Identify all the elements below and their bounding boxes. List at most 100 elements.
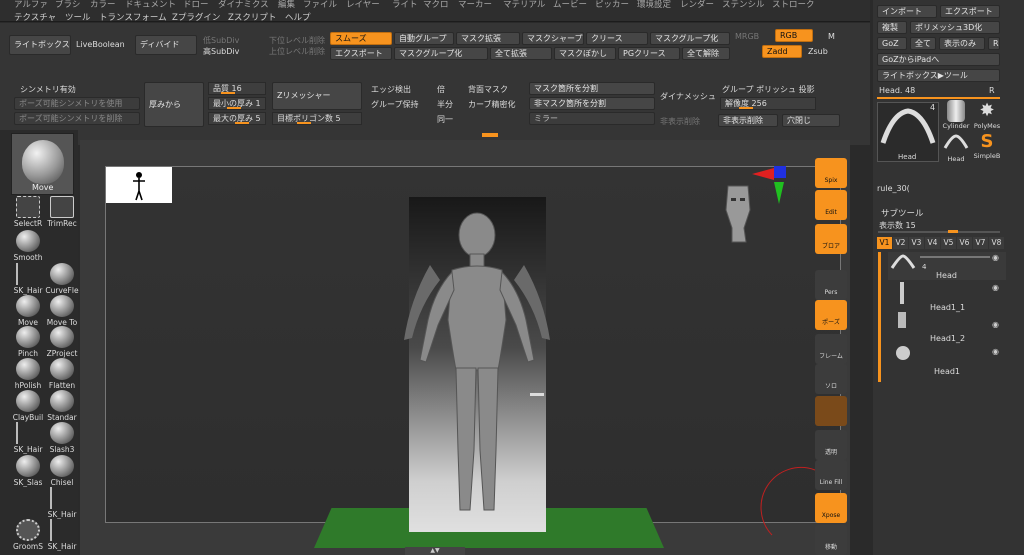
axis-orientation-icon[interactable] — [748, 164, 788, 208]
half-button[interactable]: 半分 — [437, 99, 453, 110]
rotation-circle-icon[interactable] — [760, 465, 820, 540]
menu-texture[interactable]: テクスチャ — [14, 11, 56, 23]
thicken-button[interactable]: 厚みから — [144, 82, 204, 127]
brush-slash3[interactable]: Slash3 — [44, 422, 80, 454]
eye-icon[interactable]: ◉ — [992, 320, 999, 329]
zsub-button[interactable]: Zsub — [808, 47, 828, 56]
brush-selectrect[interactable]: SelectR — [10, 196, 46, 228]
dynamesh-button[interactable]: ダイナメッシュ — [660, 91, 716, 102]
subtool-row-head1-1[interactable]: Head1_1 ◉ — [888, 302, 1006, 330]
split-unmask-button[interactable]: 非マスク箇所を分割 — [529, 97, 655, 110]
make-polymesh3d-button[interactable]: ポリメッシュ3D化 — [910, 21, 1000, 34]
transparency-button[interactable]: 透明 — [815, 430, 847, 460]
mirror-button[interactable]: ミラー — [529, 112, 655, 125]
subtool-row-head[interactable]: 4 Head ◉ — [888, 252, 1006, 280]
menu-movie[interactable]: ムービー — [553, 0, 587, 10]
close-holes-button[interactable]: 穴閉じ — [782, 114, 840, 127]
hide-delete-button[interactable]: 非表示削除 — [718, 114, 778, 127]
max-thickness-slider[interactable]: 最大の厚み 5 — [208, 112, 266, 125]
tool-r-button[interactable]: R — [989, 86, 995, 95]
edge-detect-button[interactable]: エッジ検出 — [371, 84, 411, 95]
quality-slider[interactable]: 品質 16 — [208, 82, 266, 95]
tool-thumb-simplebrush[interactable]: S SimpleB — [972, 132, 1002, 162]
eye-icon[interactable]: ◉ — [992, 283, 999, 292]
lightbox-button[interactable]: ライトボックス — [9, 35, 71, 55]
menu-preferences[interactable]: 環境設定 — [637, 0, 671, 10]
resolution-knob[interactable] — [739, 107, 753, 109]
smooth-button[interactable]: スムーズ — [330, 32, 392, 45]
menu-brush[interactable]: ブラシ — [55, 0, 80, 10]
floor-button[interactable]: ブロア — [815, 224, 847, 254]
r-button[interactable]: R — [988, 37, 1000, 50]
brush-sk-hair-2[interactable]: SK_Hair — [10, 422, 46, 454]
xpose-button[interactable]: Xpose — [815, 493, 847, 523]
menu-light[interactable]: ライト — [392, 0, 418, 10]
brush-trimrect[interactable]: TrimRec — [44, 196, 80, 228]
mask-blur-button[interactable]: マスクぼかし — [554, 47, 616, 60]
clone-button[interactable]: 複製 — [877, 21, 907, 34]
lightbox-tool-button[interactable]: ライトボックス▶ツール — [877, 69, 1000, 82]
resolution-slider[interactable]: 解像度 256 — [720, 97, 816, 110]
tab-v7[interactable]: V7 — [973, 237, 988, 249]
tab-v8[interactable]: V8 — [989, 237, 1004, 249]
crease-button[interactable]: クリース — [586, 32, 648, 45]
curve-dense-button[interactable]: カーブ精密化 — [468, 99, 516, 110]
menu-render[interactable]: レンダー — [680, 0, 714, 10]
group-polish-project[interactable]: グループ ポリッシュ 投影 — [722, 84, 815, 95]
all-grow-button[interactable]: 全て拡張 — [490, 47, 552, 60]
min-thickness-knob[interactable] — [227, 107, 241, 109]
menu-stencil[interactable]: ステンシル — [722, 0, 765, 10]
brush-preset-button[interactable] — [815, 396, 847, 426]
symmetry-on-button[interactable]: シンメトリ有効 — [20, 84, 76, 95]
pose-symmetry-use-button[interactable]: ポーズ可能シンメトリを使用 — [14, 97, 140, 110]
pose-button[interactable]: ポーズ — [815, 300, 847, 330]
tool-thumb-head[interactable]: Head — [942, 132, 970, 163]
eye-icon[interactable]: ◉ — [992, 347, 999, 356]
menu-layer[interactable]: レイヤー — [346, 0, 380, 10]
zadd-button[interactable]: Zadd — [762, 45, 802, 58]
menu-macro[interactable]: マクロ — [423, 0, 449, 10]
same-button[interactable]: 同一 — [437, 114, 453, 125]
brush-chisel[interactable]: Chisel — [44, 455, 80, 487]
menu-help[interactable]: ヘルプ — [285, 11, 311, 23]
navigation-thumbnail[interactable] — [106, 167, 172, 203]
menu-transform[interactable]: トランスフォーム — [99, 11, 167, 23]
brush-claybuildup[interactable]: ClayBuil — [10, 390, 46, 422]
target-polygon-slider[interactable]: 目標ポリゴン数 5 — [272, 112, 362, 125]
eye-icon[interactable]: ◉ — [992, 253, 999, 262]
edit-button[interactable]: Edit — [815, 190, 847, 220]
pg-crease-button[interactable]: PGクリース — [618, 47, 680, 60]
max-thickness-knob[interactable] — [235, 122, 249, 124]
divide-button[interactable]: ディバイド — [135, 35, 197, 55]
subtool-title[interactable]: サブツール — [881, 207, 924, 219]
menu-stroke[interactable]: ストローク — [772, 0, 815, 10]
brush-move[interactable]: Move — [10, 295, 46, 327]
move-view-button[interactable]: 移動 — [815, 525, 847, 555]
menu-zscript[interactable]: Zスクリプト — [228, 11, 276, 23]
polygroup-button[interactable]: マスクグループ化 — [650, 32, 730, 45]
brush-sk-slash[interactable]: SK_Slas — [10, 455, 46, 487]
menu-marker[interactable]: マーカー — [458, 0, 492, 10]
menu-document[interactable]: ドキュメント — [125, 0, 176, 10]
menu-tool[interactable]: ツール — [65, 11, 91, 23]
menu-file[interactable]: ファイル — [303, 0, 337, 10]
goz-button[interactable]: GoZ — [877, 37, 907, 50]
double-button[interactable]: 倍 — [437, 84, 445, 95]
linefill-button[interactable]: Line Fill — [815, 460, 847, 490]
m-button[interactable]: M — [828, 32, 835, 41]
tab-v4[interactable]: V4 — [925, 237, 940, 249]
uncrease-all-button[interactable]: 全て解除 — [682, 47, 730, 60]
menu-zplugin[interactable]: Zプラグイン — [172, 11, 220, 23]
mask-polygroup-button[interactable]: マスクグループ化 — [394, 47, 488, 60]
tab-v2[interactable]: V2 — [893, 237, 908, 249]
autogroup-button[interactable]: 自動グループ — [394, 32, 454, 45]
brush-standard[interactable]: Standar — [44, 390, 80, 422]
mask-grow-button[interactable]: マスク拡張 — [456, 32, 520, 45]
brush-sk-hair-4[interactable]: SK_Hair — [44, 519, 80, 551]
import-button[interactable]: インポート — [877, 5, 937, 18]
solo-button[interactable]: ソロ — [815, 364, 847, 394]
menu-dynamics[interactable]: ダイナミクス — [218, 0, 269, 10]
spix-button[interactable]: Spix — [815, 158, 847, 188]
mrgb-button[interactable]: MRGB — [735, 32, 759, 41]
tab-v3[interactable]: V3 — [909, 237, 924, 249]
